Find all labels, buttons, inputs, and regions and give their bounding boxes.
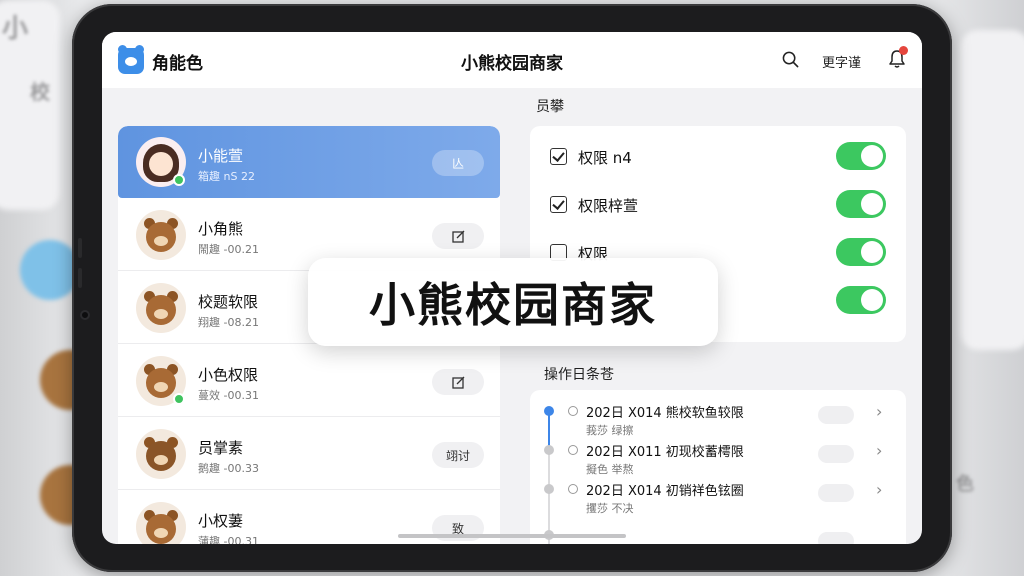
log-entry-tag <box>818 532 854 544</box>
clock-icon <box>568 484 578 494</box>
volume-button <box>78 238 82 258</box>
avatar <box>136 502 186 544</box>
permission-toggle[interactable] <box>836 142 886 170</box>
user-meta: 箱趣 nS 22 <box>198 170 255 183</box>
user-meta: 翔趣 -08.21 <box>198 316 259 329</box>
backdrop-glyph: 色 <box>956 474 974 495</box>
user-meta: 蔓效 -00.31 <box>198 389 259 402</box>
permission-toggle[interactable] <box>836 238 886 266</box>
row-action-button[interactable]: 亾 <box>432 150 484 176</box>
timeline-dot <box>544 445 554 455</box>
permission-checkbox[interactable] <box>550 196 567 213</box>
page-title: 小熊校园商家 <box>461 54 563 74</box>
permission-toggle[interactable] <box>836 286 886 314</box>
log-entry-tag <box>818 445 854 463</box>
timeline-dot <box>544 406 554 416</box>
online-indicator <box>173 393 185 405</box>
log-entry-meta: 攫莎 不决 <box>586 502 634 515</box>
volume-button <box>78 268 82 288</box>
home-indicator <box>398 534 626 538</box>
timeline-dot <box>544 484 554 494</box>
log-entry-title: 202日 X014 初销祥色铉圈 <box>586 484 744 499</box>
online-indicator <box>173 174 185 186</box>
edit-button[interactable] <box>432 369 484 395</box>
user-meta: 蒲趣 -00.31 <box>198 535 259 544</box>
log-entry-title: 202日 X011 初现校蓄樗限 <box>586 445 744 460</box>
user-meta: 鬧趣 -00.21 <box>198 243 259 256</box>
user-name: 小权萋 <box>198 512 244 530</box>
avatar <box>136 429 186 479</box>
edit-button[interactable] <box>432 223 484 249</box>
camera <box>80 310 90 320</box>
permission-toggle[interactable] <box>836 190 886 218</box>
user-meta: 鹅趣 -00.33 <box>198 462 259 475</box>
clock-icon <box>568 406 578 416</box>
list-item[interactable]: 小能萱 箱趣 nS 22 亾 <box>118 126 500 198</box>
permissions-section-label: 员攀 <box>536 99 564 115</box>
user-name: 小能萱 <box>198 147 244 165</box>
log-entry-meta: 莪莎 绿擦 <box>586 424 634 437</box>
user-name: 小角熊 <box>198 220 244 238</box>
log-entry-meta: 擬色 举熬 <box>586 463 634 476</box>
search-icon[interactable] <box>782 51 799 68</box>
operation-log-panel: 202日 X014 熊校软鱼较限 莪莎 绿擦 › 202日 X011 初现校蓄樗… <box>530 390 906 544</box>
row-action-button[interactable]: 翊讨 <box>432 442 484 468</box>
permission-checkbox[interactable] <box>550 148 567 165</box>
avatar <box>136 283 186 333</box>
chevron-right-icon[interactable]: › <box>876 480 882 499</box>
list-item[interactable]: 员掌素 鹅趣 -00.33 翊讨 <box>118 418 500 490</box>
user-name: 校题软限 <box>198 293 259 311</box>
backdrop-glyph: 校 <box>30 80 50 104</box>
permission-row: 权限梓萱 <box>548 190 888 220</box>
backdrop-blue-blob <box>20 240 80 300</box>
edit-icon <box>451 230 464 243</box>
list-item[interactable]: 小色权限 蔓效 -00.31 <box>118 345 500 417</box>
notification-badge <box>899 46 908 55</box>
permission-label: 权限 n4 <box>578 149 632 167</box>
header-link[interactable]: 更字谨 <box>822 52 861 71</box>
user-name: 小色权限 <box>198 366 259 384</box>
top-bar: 角能色 小熊校园商家 更字谨 <box>102 32 922 88</box>
chevron-right-icon[interactable]: › <box>876 402 882 421</box>
clock-icon <box>568 445 578 455</box>
permission-row: 权限 n4 <box>548 142 888 172</box>
edit-icon <box>451 376 464 389</box>
backdrop-glyph: 小 <box>2 14 29 44</box>
log-section-label: 操作日条苍 <box>544 367 614 383</box>
chevron-right-icon[interactable]: › <box>876 441 882 460</box>
avatar <box>136 210 186 260</box>
log-entry-tag <box>818 484 854 502</box>
user-name: 员掌素 <box>198 439 244 457</box>
log-entry-tag <box>818 406 854 424</box>
permission-label: 权限梓萱 <box>578 197 639 215</box>
log-entry-title: 202日 X014 熊校软鱼较限 <box>586 406 744 421</box>
title-overlay: 小熊校园商家 <box>308 258 718 346</box>
backdrop-card <box>960 30 1024 350</box>
